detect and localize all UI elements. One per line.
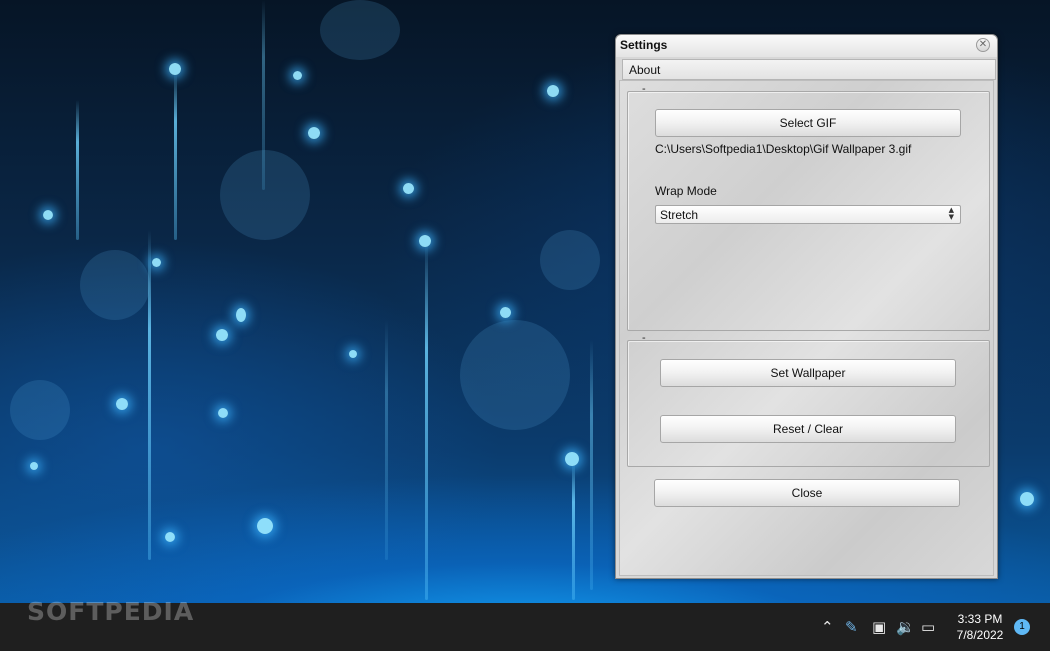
clock-time: 3:33 PM (957, 612, 1003, 626)
wallpaper-actions-group: - Set Wallpaper Reset / Clear (627, 332, 990, 467)
bokeh-blur (10, 380, 70, 440)
reset-clear-button[interactable]: Reset / Clear (660, 415, 956, 443)
bokeh-dot (43, 210, 53, 220)
window-titlebar[interactable]: Settings ✕ (616, 35, 997, 57)
wrap-mode-label: Wrap Mode (655, 184, 717, 198)
wrap-mode-value: Stretch (660, 208, 699, 222)
bokeh-dot (349, 350, 357, 358)
select-gif-button[interactable]: Select GIF (655, 109, 961, 137)
bokeh-dot (419, 235, 431, 247)
bokeh-blur (220, 150, 310, 240)
chevron-up-icon[interactable]: ⌃ (821, 617, 834, 637)
window-client-area: - Select GIF C:\Users\Softpedia1\Desktop… (619, 80, 994, 576)
bokeh-blur (80, 250, 150, 320)
light-streak (385, 320, 388, 560)
bokeh-dot (216, 329, 228, 341)
bokeh-dot (565, 452, 579, 466)
light-streak (590, 340, 593, 590)
settings-window: Settings ✕ About - Select GIF C:\Users\S… (615, 34, 998, 579)
bokeh-dot (152, 258, 161, 267)
bokeh-dot (116, 398, 128, 410)
light-streak (76, 100, 79, 240)
bokeh-blur (460, 320, 570, 430)
bokeh-dot (500, 307, 511, 318)
bokeh-dot (257, 518, 273, 534)
select-arrows-icon: ▲ ▼ (948, 206, 954, 221)
gif-file-path: C:\Users\Softpedia1\Desktop\Gif Wallpape… (655, 142, 912, 156)
wrap-mode-select[interactable]: Stretch ▲ ▼ (655, 205, 961, 224)
network-icon[interactable]: ▣ (872, 617, 886, 637)
group-header: - (642, 83, 646, 95)
bokeh-dot (169, 63, 181, 75)
notification-badge[interactable]: 1 (1014, 619, 1030, 635)
clock-date: 7/8/2022 (956, 628, 1004, 642)
light-streak (425, 240, 428, 600)
light-streak (148, 230, 151, 560)
bokeh-dot (293, 71, 302, 80)
bokeh-dot (165, 532, 175, 542)
gif-settings-group: - Select GIF C:\Users\Softpedia1\Desktop… (627, 83, 990, 331)
menu-item-about[interactable]: About (629, 63, 660, 77)
set-wallpaper-button[interactable]: Set Wallpaper (660, 359, 956, 387)
menu-bar: About (622, 59, 996, 80)
close-button[interactable]: Close (654, 479, 960, 507)
bokeh-blur (540, 230, 600, 290)
clock[interactable]: 3:33 PM 7/8/2022 (946, 611, 1014, 643)
bokeh-dot (547, 85, 559, 97)
bokeh-blur (320, 0, 400, 60)
bokeh-dot (1020, 492, 1034, 506)
bokeh-dot (218, 408, 228, 418)
light-streak (572, 460, 575, 600)
window-title: Settings (620, 38, 668, 52)
close-icon[interactable]: ✕ (976, 38, 990, 52)
battery-icon[interactable]: ▭ (921, 617, 935, 637)
group-header: - (642, 332, 646, 344)
pen-icon[interactable]: ✎ (845, 617, 858, 637)
bokeh-dot (403, 183, 414, 194)
softpedia-watermark: SOFTPEDIA (27, 597, 195, 626)
bokeh-dot (308, 127, 320, 139)
light-streak (174, 70, 177, 240)
bokeh-dot (30, 462, 38, 470)
bokeh-dot (236, 308, 246, 322)
speaker-icon[interactable]: 🔉 (896, 617, 915, 637)
light-streak (262, 0, 265, 190)
